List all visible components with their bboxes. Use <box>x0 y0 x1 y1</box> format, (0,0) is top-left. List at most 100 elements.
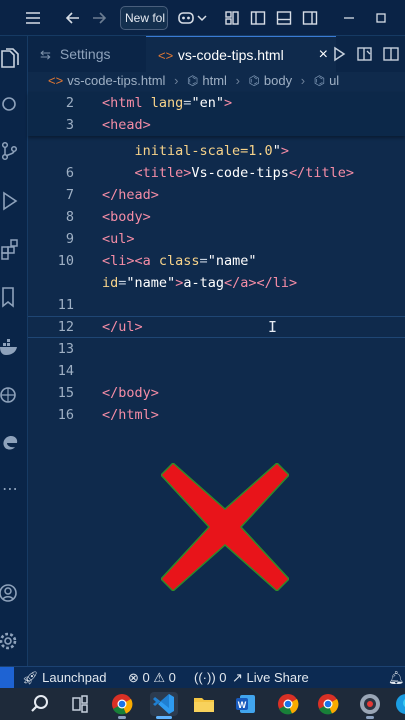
code-line[interactable]: 9 <ul> <box>28 228 405 250</box>
code-token: = <box>199 253 208 269</box>
code-line[interactable]: 14 <box>28 360 405 382</box>
bookmark-icon[interactable] <box>0 286 20 308</box>
remote-explorer-icon[interactable] <box>0 384 20 406</box>
line-code: <title>Vs-code-tips</title> <box>102 162 354 184</box>
code-token: > <box>280 143 289 159</box>
symbol-icon: ⌬ <box>313 73 326 88</box>
split-editor-icon[interactable] <box>382 45 400 63</box>
code-line[interactable]: 12 </ul> <box>28 316 405 338</box>
toggle-secondary-sidebar-icon[interactable] <box>301 9 319 27</box>
account-icon[interactable] <box>0 582 20 604</box>
copilot-icon[interactable] <box>176 9 194 27</box>
code-line[interactable]: 8 <body> <box>28 206 405 228</box>
live-share-label: Live Share <box>246 670 309 685</box>
broadcast-icon: ((·)) <box>194 670 216 685</box>
more-icon[interactable]: ⋯ <box>0 480 20 502</box>
task-view-icon[interactable] <box>68 692 92 716</box>
code-token: <title> <box>102 165 192 181</box>
menu-icon[interactable] <box>24 9 42 27</box>
breadcrumb-body[interactable]: body <box>264 72 292 90</box>
status-bar: 🚀︎ Launchpad ⊗ 0 ⚠ 0 ((·)) 0 ↗ Live Shar… <box>0 666 405 688</box>
code-line[interactable]: 13 <box>28 338 405 360</box>
line-number: 14 <box>57 363 74 379</box>
code-line[interactable]: 16 </html> <box>28 404 405 426</box>
code-token: lang <box>150 95 184 111</box>
breadcrumb-file[interactable]: vs-code-tips.html <box>67 72 165 90</box>
chrome-icon[interactable] <box>110 692 134 716</box>
line-number: 6 <box>65 165 74 181</box>
problems-indicator[interactable]: ⊗ 0 ⚠ 0 <box>128 667 176 688</box>
bell-icon[interactable]: 🔔︎ <box>388 667 405 688</box>
close-icon[interactable]: × <box>319 37 328 73</box>
code-token: " <box>272 143 281 159</box>
explorer-icon[interactable] <box>0 48 20 70</box>
chevron-right-icon: › <box>174 73 179 88</box>
code-line[interactable]: 15 </body> <box>28 382 405 404</box>
docker-icon[interactable] <box>0 336 20 358</box>
chrome-icon[interactable] <box>276 692 300 716</box>
code-token: </ul> <box>102 319 143 335</box>
line-number: 3 <box>65 117 74 133</box>
code-line[interactable]: id="name">a-tag</a></li> <box>28 272 405 294</box>
sticky-scroll: 2 <html lang="en"> 3 <head> <box>28 92 405 136</box>
code-token: id <box>102 275 119 291</box>
line-code: <head> <box>102 114 151 136</box>
code-line[interactable]: 10 <li><a class="name" <box>28 250 405 272</box>
line-code: initial-scale=1.0"> <box>102 140 289 162</box>
maximize-icon[interactable] <box>372 9 390 27</box>
edge-icon[interactable] <box>394 692 405 716</box>
breadcrumb: <> vs-code-tips.html › ⌬ html › ⌬ body › ⌬ u… <box>28 72 405 92</box>
word-icon[interactable]: W <box>234 692 258 716</box>
tab-vs-code-tips-html[interactable]: <> vs-code-tips.html × <box>146 36 336 72</box>
line-number: 9 <box>65 231 74 247</box>
code-line[interactable]: 11 <box>28 294 405 316</box>
code-line[interactable]: initial-scale=1.0"> <box>28 140 405 162</box>
editor-tab-bar: ⇆ Settings <> vs-code-tips.html × <box>28 36 405 72</box>
vscode-icon[interactable] <box>150 692 178 716</box>
chevron-right-icon: › <box>235 73 240 88</box>
recorder-icon[interactable] <box>358 692 382 716</box>
symbol-icon: ⌬ <box>248 73 260 88</box>
edge-icon[interactable] <box>0 432 20 454</box>
minimize-icon[interactable] <box>340 9 358 27</box>
file-explorer-icon[interactable] <box>192 692 216 716</box>
code-token: "name" <box>126 275 176 291</box>
source-control-icon[interactable] <box>0 140 20 162</box>
line-code: </html> <box>102 404 159 426</box>
chevron-down-icon[interactable] <box>196 9 208 27</box>
live-share-button[interactable]: ↗ Live Share <box>232 667 309 688</box>
run-icon[interactable] <box>330 45 348 63</box>
ports-indicator[interactable]: ((·)) 0 <box>194 667 227 688</box>
launchpad-button[interactable]: 🚀︎ Launchpad <box>22 667 106 688</box>
toggle-sidebar-icon[interactable] <box>249 9 267 27</box>
code-line[interactable]: 2 <html lang="en"> <box>28 92 405 114</box>
live-share-icon: ↗ <box>232 670 243 685</box>
code-token: "name" <box>207 253 257 269</box>
title-bar: New fol <box>0 0 405 36</box>
tab-settings[interactable]: ⇆ Settings <box>28 36 146 72</box>
forward-arrow-icon[interactable] <box>90 9 108 27</box>
line-number: 2 <box>65 95 74 111</box>
windows-start-icon[interactable] <box>0 692 6 716</box>
code-token: > <box>223 95 233 111</box>
open-preview-icon[interactable] <box>356 45 374 63</box>
back-arrow-icon[interactable] <box>64 9 82 27</box>
extensions-icon[interactable] <box>0 238 20 260</box>
command-center-search[interactable]: New fol <box>120 6 168 30</box>
chrome-icon[interactable] <box>316 692 340 716</box>
activity-bar: ⋯ <box>0 36 28 666</box>
run-debug-icon[interactable] <box>0 190 20 212</box>
breadcrumb-html[interactable]: html <box>202 72 227 90</box>
remote-indicator[interactable] <box>0 667 14 688</box>
toggle-panel-icon[interactable] <box>275 9 293 27</box>
search-icon[interactable] <box>0 94 20 116</box>
line-code: <html lang="en"> <box>102 92 232 114</box>
search-icon[interactable] <box>28 692 52 716</box>
layout-icon[interactable] <box>223 9 241 27</box>
settings-gear-icon[interactable] <box>0 630 20 652</box>
breadcrumb-ul[interactable]: ul <box>329 72 339 90</box>
code-line[interactable]: 6 <title>Vs-code-tips</title> <box>28 162 405 184</box>
code-line[interactable]: 3 <head> <box>28 114 405 136</box>
symbol-icon: ⌬ <box>187 73 199 88</box>
code-line[interactable]: 7 </head> <box>28 184 405 206</box>
